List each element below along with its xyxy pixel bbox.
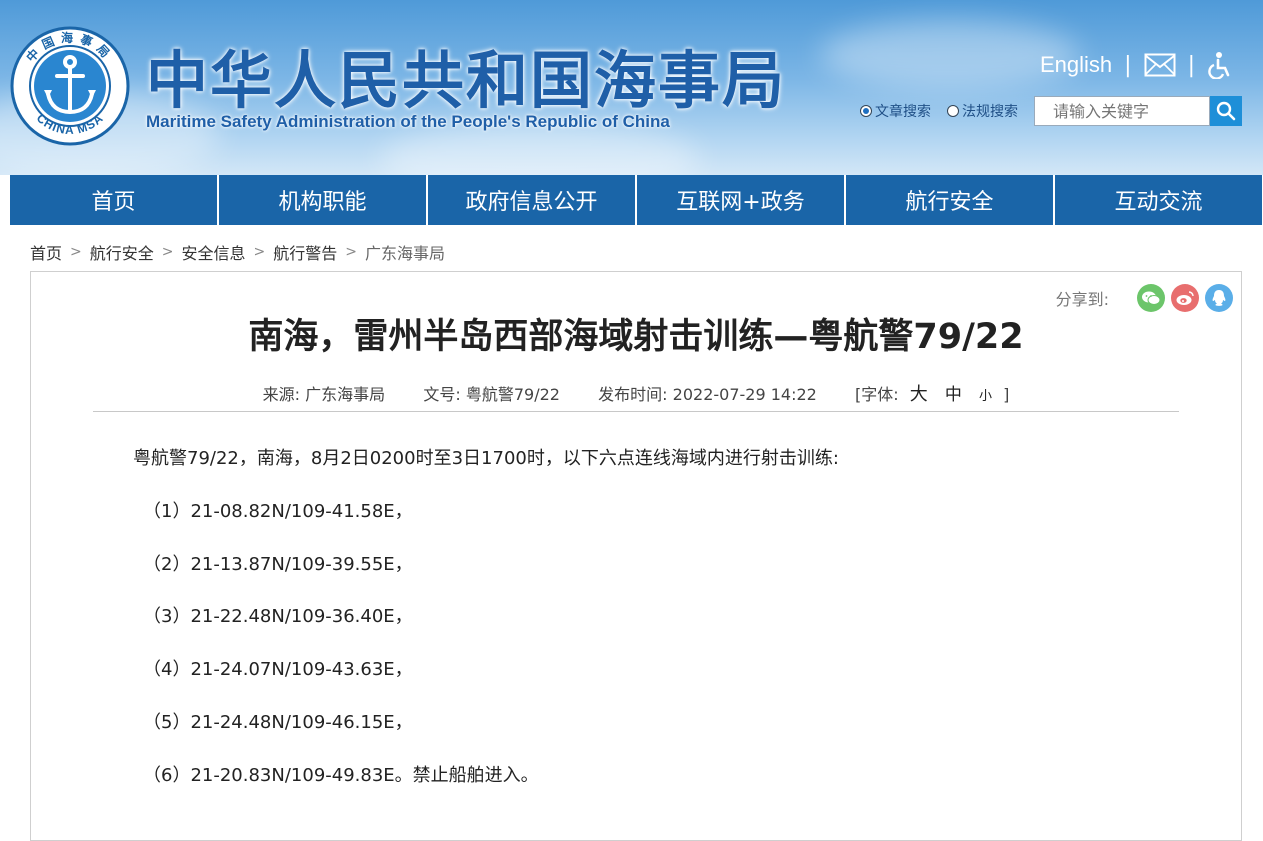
font-size-medium-button[interactable]: 中: [945, 385, 962, 405]
article-meta: 来源: 广东海事局 文号: 粤航警79/22 发布时间: 2022-07-29 …: [31, 380, 1241, 406]
nav-item-gov-info[interactable]: 政府信息公开: [428, 175, 637, 225]
search-bar: 文章搜索 法规搜索: [860, 96, 1242, 126]
coordinate-point: （1）21-08.82N/109-41.58E，: [143, 500, 413, 522]
accessibility-icon[interactable]: [1207, 51, 1233, 79]
font-size-label: [字体:: [855, 385, 899, 404]
source-value: 广东海事局: [305, 385, 386, 404]
article-title: 南海，雷州半岛西部海域射击训练—粤航警79/22: [248, 317, 1024, 357]
publish-time-value: 2022-07-29 14:22: [672, 385, 817, 404]
mail-icon[interactable]: [1144, 53, 1176, 77]
coordinate-point: （5）21-24.48N/109-46.15E，: [143, 711, 413, 733]
coordinate-point: （2）21-13.87N/109-39.55E，: [143, 553, 413, 575]
chevron-right-icon: >: [161, 244, 174, 260]
doc-number-label: 文号:: [423, 385, 461, 404]
nav-item-home[interactable]: 首页: [10, 175, 219, 225]
source-label: 来源:: [262, 385, 301, 404]
publish-time-label: 发布时间:: [598, 385, 668, 404]
share-label: 分享到:: [1055, 290, 1109, 309]
nav-item-functions[interactable]: 机构职能: [219, 175, 428, 225]
breadcrumb-nav-warning[interactable]: 航行警告: [273, 240, 337, 264]
breadcrumb-guangdong-msa[interactable]: 广东海事局: [365, 240, 445, 264]
article-intro: 粤航警79/22，南海，8月2日0200时至3日1700时，以下六点连线海域内进…: [133, 448, 839, 469]
breadcrumb-home[interactable]: 首页: [30, 240, 62, 264]
breadcrumb-safety-info[interactable]: 安全信息: [182, 240, 246, 264]
main-nav: 首页 机构职能 政府信息公开 互联网+政务 航行安全 互动交流: [10, 175, 1262, 225]
coordinate-point: （3）21-22.48N/109-36.40E，: [143, 606, 413, 628]
doc-number-value: 粤航警79/22: [465, 385, 560, 404]
header-tools: English | |: [1040, 50, 1233, 80]
search-button[interactable]: [1210, 96, 1242, 126]
site-title-cn: 中华人民共和国海事局: [146, 44, 787, 117]
nav-item-interaction[interactable]: 互动交流: [1055, 175, 1262, 225]
radio-unchecked-icon[interactable]: [947, 105, 959, 117]
search-option-law-label: 法规搜索: [962, 104, 1018, 120]
tool-separator: |: [1124, 52, 1132, 78]
site-title-en: Maritime Safety Administration of the Pe…: [146, 112, 670, 131]
font-size-small-button[interactable]: 小: [979, 389, 992, 404]
china-msa-logo[interactable]: 中国海事局 CHINA MSA: [10, 26, 130, 146]
tool-separator: |: [1187, 52, 1195, 78]
search-option-law[interactable]: 法规搜索: [947, 101, 1018, 121]
chevron-right-icon: >: [253, 244, 266, 260]
coordinate-point: （4）21-24.07N/109-43.63E，: [143, 659, 413, 681]
search-option-article-label: 文章搜索: [875, 104, 931, 120]
chevron-right-icon: >: [70, 244, 82, 260]
nav-item-internet-gov[interactable]: 互联网+政务: [637, 175, 846, 225]
english-link[interactable]: English: [1040, 52, 1112, 78]
meta-divider: [93, 411, 1179, 412]
article-container: 分享到: 南海，雷州半岛西部海域射击训练—粤航警79/22 来源: 广东海事局 …: [30, 271, 1242, 841]
coordinate-point: （6）21-20.83N/109-49.83E。禁止船舶进入。: [143, 764, 539, 786]
site-header: 中国海事局 CHINA MSA 中华人民共和国海事局 Maritime Safe…: [0, 0, 1263, 175]
radio-checked-icon[interactable]: [860, 105, 872, 117]
article-body: 粤航警79/22，南海，8月2日0200时至3日1700时，以下六点连线海域内进…: [133, 446, 839, 816]
chevron-right-icon: >: [345, 244, 357, 260]
search-option-article[interactable]: 文章搜索: [860, 101, 931, 121]
search-input[interactable]: [1034, 96, 1210, 126]
font-size-close: ]: [1003, 385, 1010, 404]
search-icon: [1216, 101, 1236, 121]
nav-item-navigation-safety[interactable]: 航行安全: [846, 175, 1055, 225]
breadcrumb: 首页 > 航行安全 > 安全信息 > 航行警告 > 广东海事局: [30, 240, 445, 264]
font-size-large-button[interactable]: 大: [910, 384, 928, 405]
breadcrumb-navigation-safety[interactable]: 航行安全: [90, 240, 154, 264]
